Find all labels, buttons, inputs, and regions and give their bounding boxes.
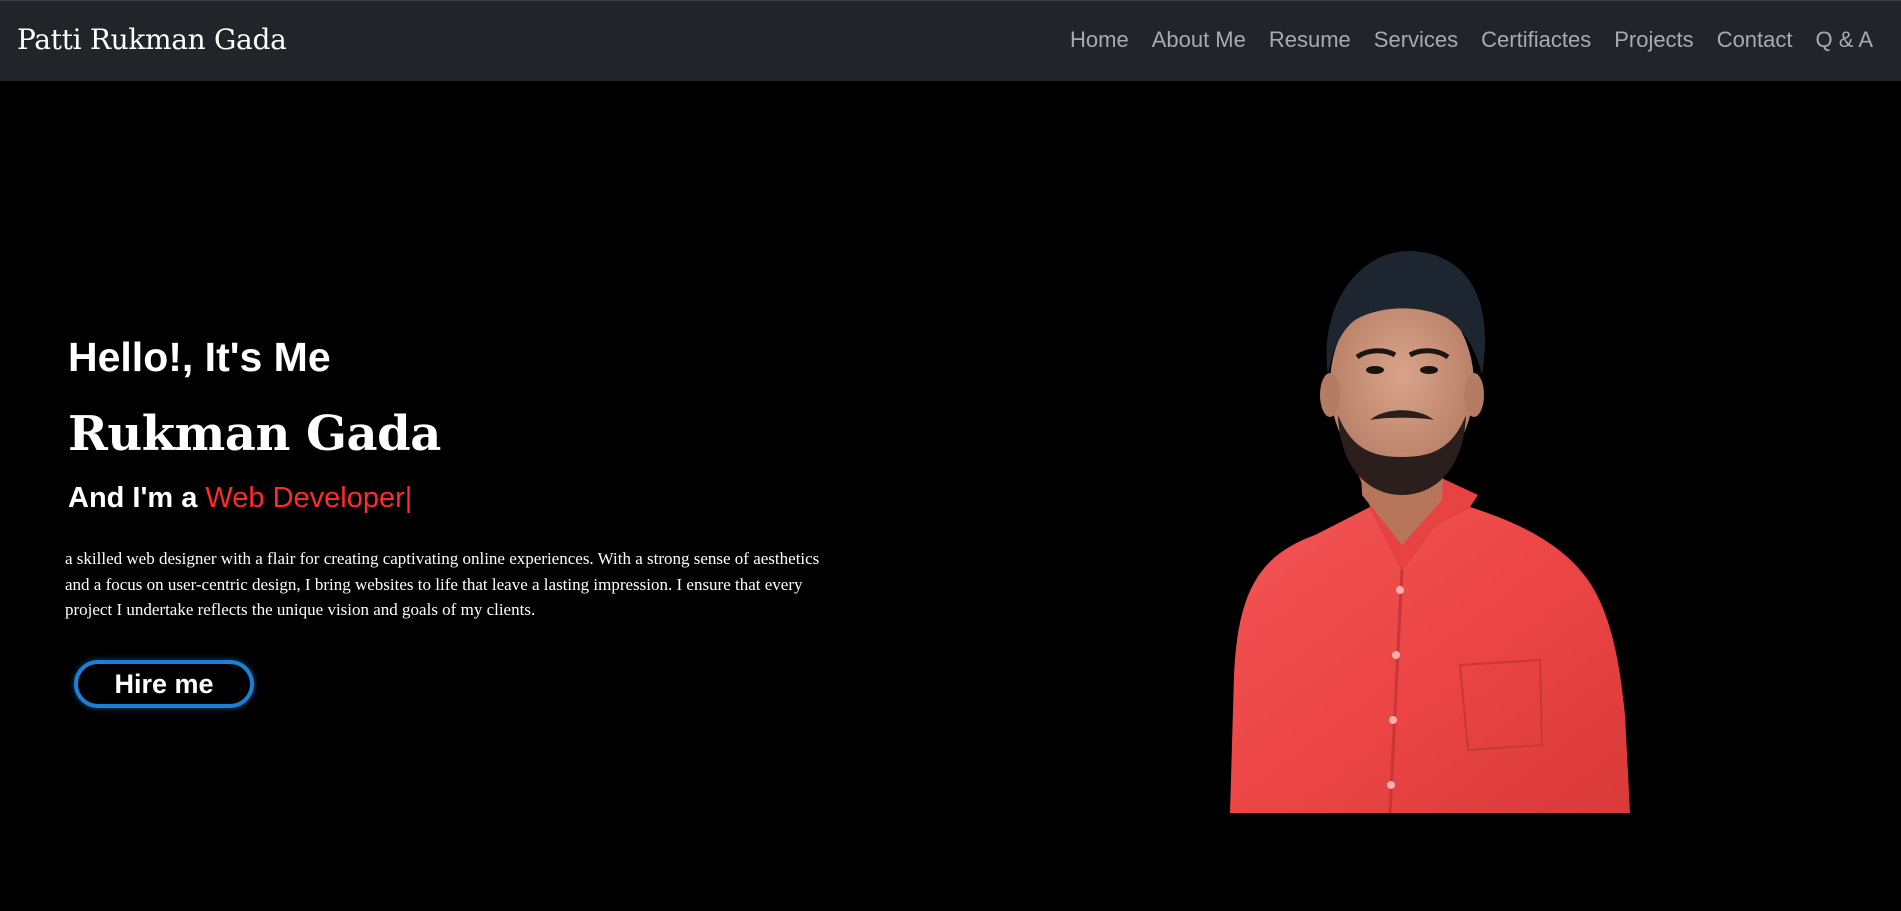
brand-title[interactable]: Patti Rukman Gada xyxy=(17,23,287,56)
hero-greeting: Hello!, It's Me xyxy=(68,334,331,380)
nav-link-q-and-a[interactable]: Q & A xyxy=(1816,27,1873,53)
nav-link-certificates[interactable]: Certifiactes xyxy=(1481,27,1591,53)
portfolio-page: Patti Rukman Gada Home About Me Resume S… xyxy=(0,0,1901,911)
navbar: Patti Rukman Gada Home About Me Resume S… xyxy=(0,0,1901,81)
portrait-photo xyxy=(1230,250,1630,813)
hire-me-button[interactable]: Hire me xyxy=(74,660,254,708)
nav-link-projects[interactable]: Projects xyxy=(1614,27,1693,53)
hero-description: a skilled web designer with a flair for … xyxy=(65,549,820,619)
nav-link-home[interactable]: Home xyxy=(1070,27,1129,53)
nav-links: Home About Me Resume Services Certifiact… xyxy=(1070,27,1873,53)
nav-link-resume[interactable]: Resume xyxy=(1269,27,1351,53)
nav-link-contact[interactable]: Contact xyxy=(1717,27,1793,53)
hero-role-typed-text: Web Developer| xyxy=(205,482,413,514)
nav-link-services[interactable]: Services xyxy=(1374,27,1458,53)
hero-role: And I'm a Web Developer| xyxy=(68,482,412,515)
shirt-shape xyxy=(1230,507,1630,813)
hero-name: Rukman Gada xyxy=(68,406,441,462)
hero-role-prefix: And I'm a xyxy=(68,482,206,514)
nav-link-about-me[interactable]: About Me xyxy=(1152,27,1246,53)
